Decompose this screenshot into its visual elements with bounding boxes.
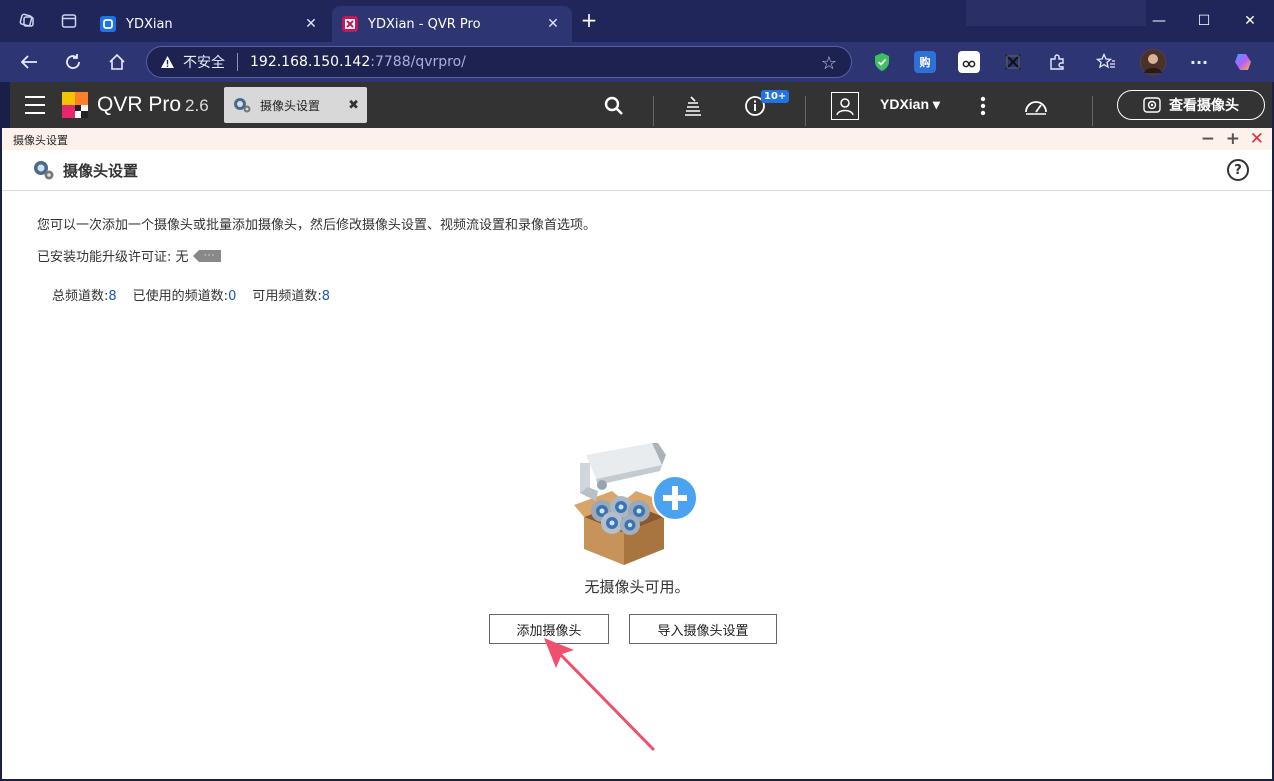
- reader-extension-icon[interactable]: [958, 51, 980, 73]
- back-icon[interactable]: [16, 50, 42, 74]
- browser-tab-qvr-pro[interactable]: YDXian - QVR Pro ✕: [332, 6, 572, 42]
- minimize-panel-icon[interactable]: −: [1201, 129, 1215, 149]
- refresh-icon[interactable]: [60, 50, 86, 74]
- window-title: 摄像头设置: [13, 134, 68, 147]
- extensions-puzzle-icon[interactable]: [1046, 51, 1068, 73]
- maximize-panel-icon[interactable]: +: [1226, 129, 1240, 149]
- favorite-star-icon[interactable]: ☆: [821, 53, 837, 74]
- more-menu-icon[interactable]: ···: [1188, 51, 1210, 73]
- browser-tab-ydxian[interactable]: YDXian ✕: [90, 6, 330, 42]
- header-separator: [805, 96, 806, 126]
- address-bar[interactable]: 不安全 192.168.150.142:7788/qvrpro/ ☆: [146, 46, 852, 78]
- address-separator: [237, 53, 238, 71]
- profile-avatar[interactable]: [1140, 49, 1166, 75]
- app-version: 2.6: [185, 96, 209, 115]
- camera-icon: [1143, 97, 1161, 113]
- total-channels: 总频道数:8: [52, 289, 117, 304]
- search-icon[interactable]: [602, 94, 626, 118]
- camera-settings-icon: [31, 158, 55, 182]
- notification-badge: 10+: [761, 90, 790, 103]
- new-tab-button[interactable]: +: [578, 10, 600, 32]
- qnap-favicon-icon: [100, 16, 116, 32]
- home-icon[interactable]: [104, 50, 130, 74]
- copilot-icon[interactable]: [1232, 51, 1254, 73]
- view-cameras-label: 查看摄像头: [1169, 98, 1239, 114]
- browser-tab-title: YDXian - QVR Pro: [368, 16, 481, 32]
- event-log-icon[interactable]: [681, 94, 705, 118]
- close-tab-icon[interactable]: ✕: [544, 16, 562, 32]
- capture-extension-icon[interactable]: [1002, 51, 1024, 73]
- license-tag-icon[interactable]: ···: [192, 249, 221, 262]
- camera-settings-icon: [232, 95, 252, 115]
- camera-settings-window: 摄像头设置 − + ✕ 摄像头设置 ? 您可以一次添加一个摄像头或批量添加摄像头…: [2, 128, 1272, 779]
- app-name: QVR Pro: [97, 93, 182, 116]
- header-separator: [653, 96, 654, 126]
- channel-summary: 总频道数:8 已使用的频道数:0 可用频道数:8: [52, 285, 330, 304]
- workspaces-icon[interactable]: [16, 10, 38, 32]
- qvr-favicon-icon: [342, 16, 358, 32]
- user-name: YDXian: [880, 96, 930, 112]
- minimize-window-button[interactable]: —: [1136, 8, 1182, 34]
- empty-state-message: 无摄像头可用。: [584, 578, 690, 596]
- insecure-label: 不安全: [183, 55, 225, 71]
- window-titlebar: 摄像头设置 − + ✕: [2, 128, 1272, 150]
- browser-tabstrip: YDXian ✕ YDXian - QVR Pro ✕ + — ☐ ✕: [0, 0, 1274, 42]
- shield-extension-icon[interactable]: [871, 51, 893, 73]
- titlebar-drag-area: [966, 0, 1146, 26]
- app-tab-camera-settings[interactable]: 摄像头设置 ✖: [224, 87, 367, 123]
- user-menu[interactable]: YDXian ▾: [880, 96, 940, 113]
- header-separator: [1092, 96, 1093, 126]
- app-brand: QVR Pro 2.6: [97, 93, 209, 117]
- available-channels: 可用频道数:8: [252, 289, 331, 304]
- close-tab-icon[interactable]: ✕: [302, 16, 320, 32]
- browser-tab-title: YDXian: [126, 16, 173, 32]
- dashboard-gauge-icon[interactable]: [1024, 94, 1048, 118]
- app-tab-label: 摄像头设置: [260, 98, 321, 113]
- description-text: 您可以一次添加一个摄像头或批量添加摄像头，然后修改摄像头设置、视频流设置和录像首…: [37, 218, 597, 233]
- close-window-button[interactable]: ✕: [1227, 8, 1273, 34]
- user-avatar-icon[interactable]: [831, 92, 859, 120]
- no-camera-illustration: [574, 443, 698, 565]
- more-options-icon[interactable]: [971, 94, 995, 118]
- help-icon[interactable]: ?: [1227, 159, 1249, 181]
- qvr-logo-icon: [62, 92, 88, 118]
- url-host: 192.168.150.142: [250, 54, 371, 70]
- page-title: 摄像头设置: [63, 162, 139, 180]
- tab-actions-icon[interactable]: [58, 10, 80, 32]
- used-channels: 已使用的频道数:0: [132, 289, 237, 304]
- favorites-icon[interactable]: [1095, 51, 1117, 73]
- warning-icon[interactable]: [159, 54, 175, 70]
- close-panel-icon[interactable]: ✕: [1250, 129, 1264, 149]
- app-header: QVR Pro 2.6 摄像头设置 ✖ 10+ YDXian ▾ 查看摄像头: [10, 82, 1272, 128]
- license-status: 已安装功能升级许可证: 无 ···: [37, 246, 221, 265]
- shopping-extension-icon[interactable]: 购: [914, 51, 936, 73]
- license-label: 已安装功能升级许可证: 无: [37, 250, 189, 265]
- close-app-tab-icon[interactable]: ✖: [348, 98, 359, 113]
- view-cameras-button[interactable]: 查看摄像头: [1117, 90, 1265, 120]
- menu-icon[interactable]: [25, 96, 45, 114]
- maximize-window-button[interactable]: ☐: [1181, 8, 1227, 34]
- page-header: 摄像头设置 ?: [2, 150, 1272, 191]
- browser-toolbar: 不安全 192.168.150.142:7788/qvrpro/ ☆ 购 ···: [0, 42, 1274, 82]
- url-path: :7788/qvrpro/: [370, 54, 466, 70]
- annotation-arrow: [544, 638, 656, 752]
